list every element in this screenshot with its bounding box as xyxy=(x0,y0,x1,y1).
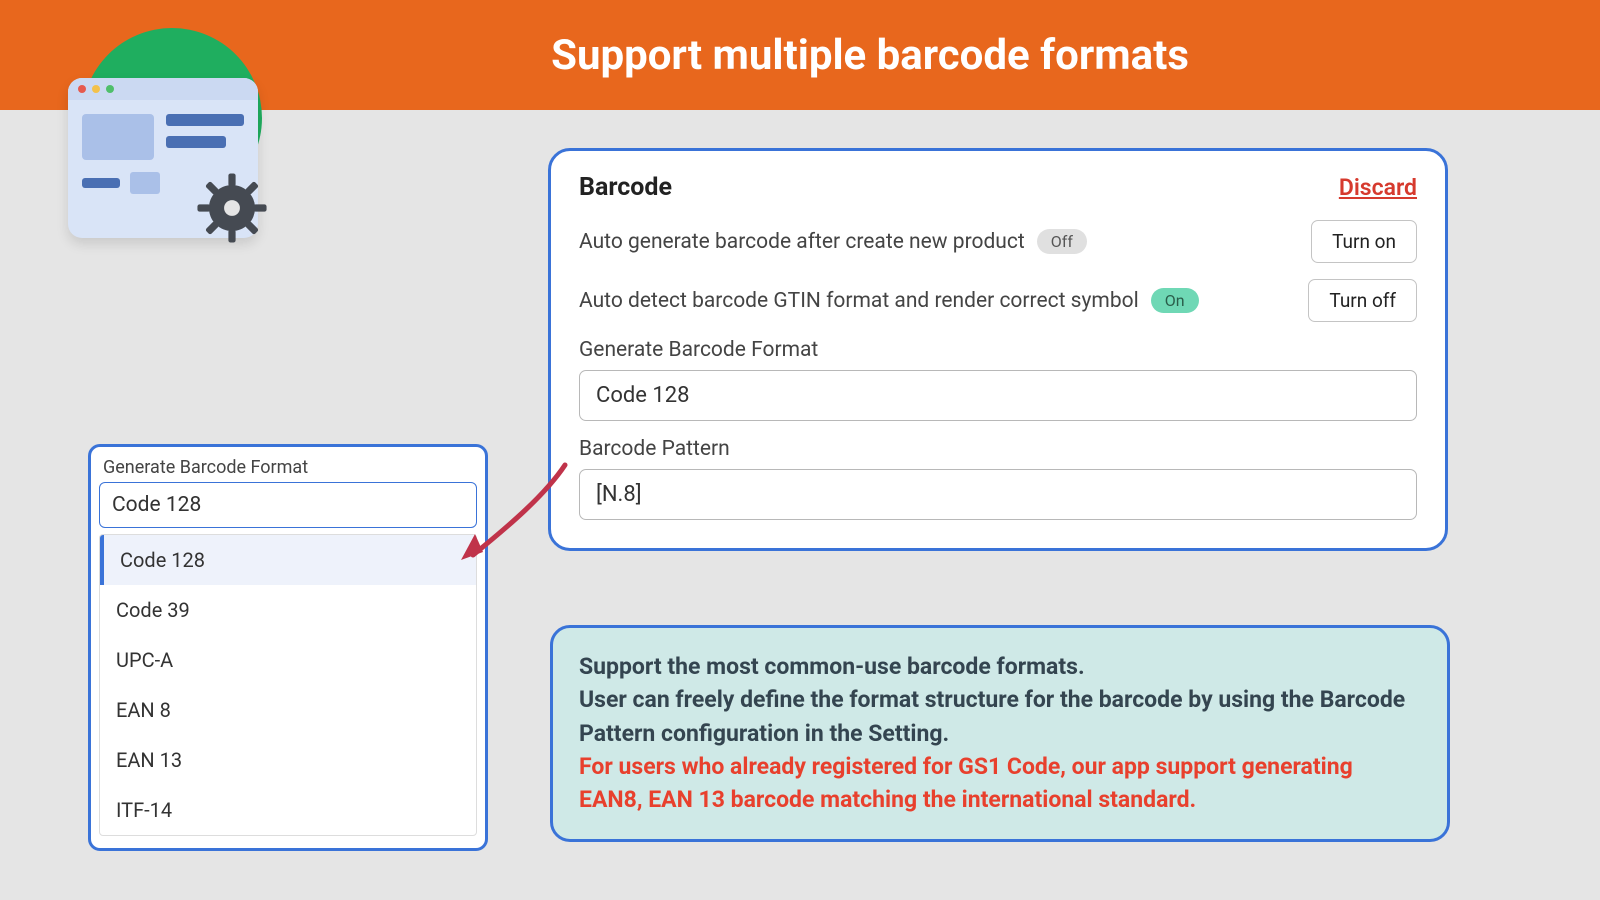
dropdown-option[interactable]: EAN 8 xyxy=(100,685,476,735)
dropdown-option[interactable]: UPC-A xyxy=(100,635,476,685)
format-field-label: Generate Barcode Format xyxy=(579,338,1417,362)
pattern-input[interactable]: [N.8] xyxy=(579,469,1417,520)
info-line-2: User can freely define the format struct… xyxy=(579,683,1421,750)
app-illustration xyxy=(40,28,260,228)
dropdown-options-list: Code 128 Code 39 UPC-A EAN 8 EAN 13 ITF-… xyxy=(99,534,477,836)
discard-link[interactable]: Discard xyxy=(1339,174,1417,201)
format-select[interactable]: Code 128 xyxy=(579,370,1417,421)
dropdown-option[interactable]: Code 128 xyxy=(100,535,476,585)
info-line-3: For users who already registered for GS1… xyxy=(579,750,1421,817)
dropdown-selected[interactable]: Code 128 xyxy=(99,482,477,528)
pattern-field-label: Barcode Pattern xyxy=(579,437,1417,461)
autogen-status-pill: Off xyxy=(1037,229,1087,254)
autodetect-label: Auto detect barcode GTIN format and rend… xyxy=(579,289,1139,313)
setting-row-autogen: Auto generate barcode after create new p… xyxy=(579,220,1417,263)
dropdown-label: Generate Barcode Format xyxy=(103,457,477,478)
setting-row-autodetect: Auto detect barcode GTIN format and rend… xyxy=(579,279,1417,322)
dropdown-option[interactable]: Code 39 xyxy=(100,585,476,635)
autogen-toggle-button[interactable]: Turn on xyxy=(1311,220,1417,263)
banner-title: Support multiple barcode formats xyxy=(551,31,1189,80)
autodetect-toggle-button[interactable]: Turn off xyxy=(1308,279,1417,322)
dropdown-option[interactable]: ITF-14 xyxy=(100,785,476,835)
autogen-label: Auto generate barcode after create new p… xyxy=(579,230,1025,254)
gear-icon xyxy=(196,172,268,244)
browser-icon xyxy=(68,78,258,238)
info-callout: Support the most common-use barcode form… xyxy=(550,625,1450,842)
card-title: Barcode xyxy=(579,173,672,202)
dropdown-option[interactable]: EAN 13 xyxy=(100,735,476,785)
autodetect-status-pill: On xyxy=(1151,288,1199,313)
format-dropdown-expanded: Generate Barcode Format Code 128 Code 12… xyxy=(88,444,488,851)
barcode-settings-card: Barcode Discard Auto generate barcode af… xyxy=(548,148,1448,551)
info-line-1: Support the most common-use barcode form… xyxy=(579,650,1421,683)
